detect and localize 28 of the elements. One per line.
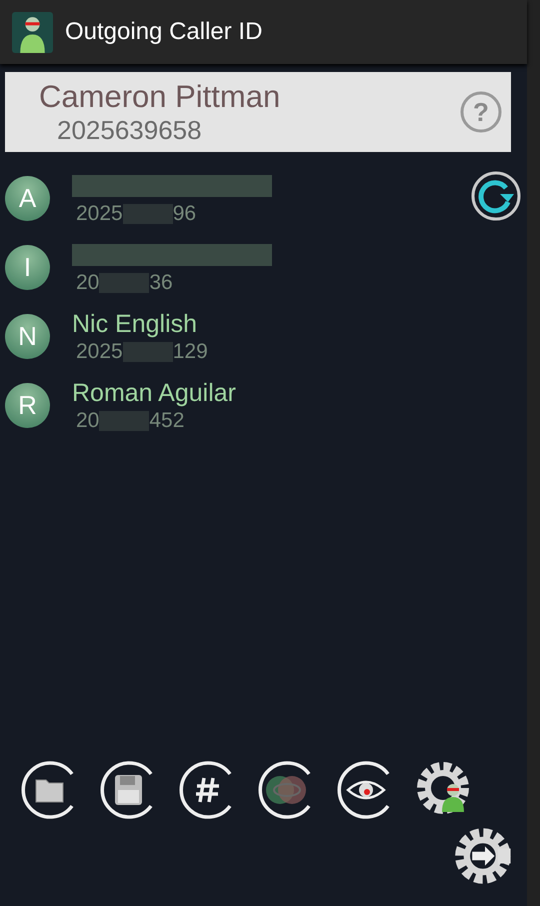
contact-avatar: R: [5, 383, 50, 428]
caller-name: Cameron Pittman: [39, 78, 280, 114]
redacted-number: [122, 342, 173, 362]
number-start: 2025: [76, 340, 123, 364]
contact-avatar: A: [5, 176, 50, 221]
contact-row[interactable]: A 2025 96: [5, 166, 272, 231]
refresh-icon[interactable]: [470, 170, 522, 222]
contact-avatar: I: [5, 245, 50, 290]
redacted-number: [122, 204, 173, 224]
redacted-number: [99, 410, 150, 430]
number-end: 36: [149, 270, 173, 294]
contact-avatar: N: [5, 314, 50, 359]
app-logo-icon: [12, 12, 53, 52]
contact-name: Roman Aguilar: [72, 378, 236, 406]
number-end: 96: [172, 202, 196, 226]
redacted-number: [99, 272, 150, 292]
contact-row[interactable]: I 20 36: [5, 235, 272, 300]
number-start: 2025: [76, 202, 123, 226]
number-start: 20: [76, 270, 100, 294]
number-end: 452: [149, 408, 184, 432]
contact-row[interactable]: N Nic English 2025 129: [5, 304, 272, 369]
app-title: Outgoing Caller ID: [65, 18, 262, 46]
contact-name: Nic English: [72, 310, 198, 338]
help-icon[interactable]: ?: [459, 90, 503, 134]
contact-row[interactable]: R Roman Aguilar 20 452: [5, 373, 272, 438]
number-start: 20: [76, 408, 100, 432]
number-end: 129: [172, 340, 208, 364]
caller-number: 2025639658: [57, 114, 203, 146]
